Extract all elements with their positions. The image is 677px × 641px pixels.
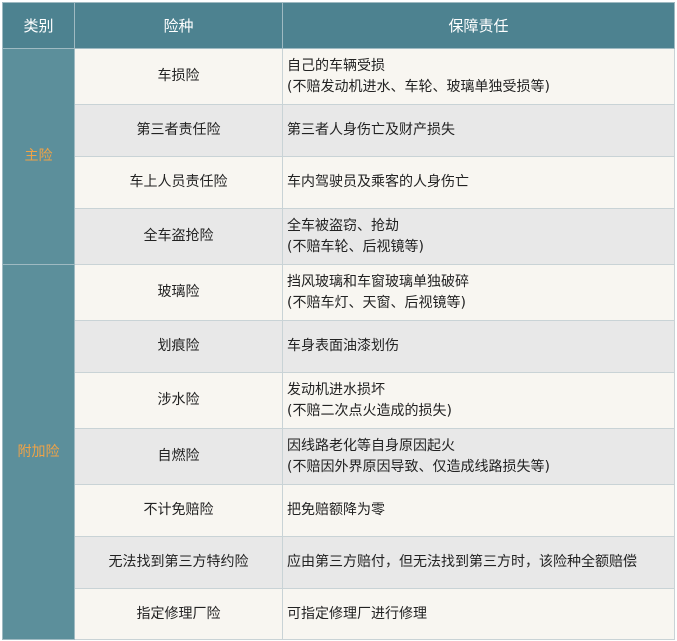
responsibility-line: (不赔因外界原因导致、仅造成线路损失等) bbox=[287, 458, 550, 475]
responsibility-line: 车身表面油漆划伤 bbox=[287, 338, 399, 354]
table-row: 第三者责任险 第三者人身伤亡及财产损失 bbox=[3, 104, 675, 157]
table-header-row: 类别 险种 保障责任 bbox=[2, 2, 675, 49]
insurance-table-container: 类别 险种 保障责任 主险 车损险 自己的车辆受损 (不赔发动机进水、车轮、玻璃单独受… bbox=[2, 2, 675, 640]
table-row: 涉水险 发动机进水损坏 (不赔二次点火造成的损失) bbox=[3, 372, 675, 429]
insurance-type-cell: 涉水险 bbox=[74, 372, 283, 429]
insurance-type-cell: 玻璃险 bbox=[74, 264, 283, 321]
header-type: 险种 bbox=[74, 2, 283, 49]
responsibility-line: 可指定修理厂进行修理 bbox=[287, 605, 427, 622]
header-responsibility: 保障责任 bbox=[282, 2, 675, 49]
table-row: 全车盗抢险 全车被盗窃、抢劫 (不赔车轮、后视镜等) bbox=[3, 208, 675, 265]
table-row: 指定修理厂险 可指定修理厂进行修理 bbox=[3, 588, 675, 640]
insurance-type-cell: 指定修理厂险 bbox=[74, 588, 283, 640]
responsibility-cell: 全车被盗窃、抢劫 (不赔车轮、后视镜等) bbox=[282, 208, 675, 265]
responsibility-line: 车内驾驶员及乘客的人身伤亡 bbox=[287, 174, 469, 190]
insurance-type-cell: 第三者责任险 bbox=[74, 104, 283, 157]
insurance-type-cell: 无法找到第三方特约险 bbox=[74, 536, 283, 589]
responsibility-cell: 把免赔额降为零 bbox=[282, 484, 675, 537]
responsibility-line: 把免赔额降为零 bbox=[287, 502, 385, 518]
category-cell: 附加险 bbox=[2, 264, 75, 640]
responsibility-line: 自己的车辆受损 bbox=[287, 57, 385, 74]
table-row: 车上人员责任险 车内驾驶员及乘客的人身伤亡 bbox=[3, 156, 675, 209]
table-row: 不计免赔险 把免赔额降为零 bbox=[3, 484, 675, 537]
responsibility-cell: 第三者人身伤亡及财产损失 bbox=[282, 104, 675, 157]
responsibility-line: 全车被盗窃、抢劫 bbox=[287, 217, 399, 234]
responsibility-line: (不赔车轮、后视镜等) bbox=[287, 238, 424, 255]
insurance-type-cell: 自燃险 bbox=[74, 428, 283, 485]
responsibility-cell: 应由第三方赔付，但无法找到第三方时，该险种全额赔偿 bbox=[282, 536, 675, 589]
responsibility-cell: 因线路老化等自身原因起火 (不赔因外界原因导致、仅造成线路损失等) bbox=[282, 428, 675, 485]
insurance-type-cell: 车损险 bbox=[74, 48, 283, 105]
responsibility-cell: 车内驾驶员及乘客的人身伤亡 bbox=[282, 156, 675, 209]
responsibility-line: 因线路老化等自身原因起火 bbox=[287, 437, 455, 454]
responsibility-line: 挡风玻璃和车窗玻璃单独破碎 bbox=[287, 273, 469, 290]
insurance-type-cell: 车上人员责任险 bbox=[74, 156, 283, 209]
responsibility-line: (不赔二次点火造成的损失) bbox=[287, 402, 452, 419]
insurance-table: 类别 险种 保障责任 主险 车损险 自己的车辆受损 (不赔发动机进水、车轮、玻璃单独受… bbox=[2, 2, 675, 640]
responsibility-line: 第三者人身伤亡及财产损失 bbox=[287, 122, 455, 138]
responsibility-cell: 可指定修理厂进行修理 bbox=[282, 588, 675, 640]
responsibility-line: 发动机进水损坏 bbox=[287, 381, 385, 398]
table-row: 附加险 玻璃险 挡风玻璃和车窗玻璃单独破碎 (不赔车灯、天窗、后视镜等) bbox=[2, 264, 675, 640]
table-row: 划痕险 车身表面油漆划伤 bbox=[3, 320, 675, 373]
table-row: 自燃险 因线路老化等自身原因起火 (不赔因外界原因导致、仅造成线路损失等) bbox=[3, 428, 675, 485]
insurance-type-cell: 全车盗抢险 bbox=[74, 208, 283, 265]
responsibility-cell: 自己的车辆受损 (不赔发动机进水、车轮、玻璃单独受损等) bbox=[282, 48, 675, 105]
responsibility-line: (不赔车灯、天窗、后视镜等) bbox=[287, 294, 466, 311]
table-row: 主险 车损险 自己的车辆受损 (不赔发动机进水、车轮、玻璃单独受损等) bbox=[2, 48, 675, 265]
insurance-type-cell: 划痕险 bbox=[74, 320, 283, 373]
responsibility-cell: 车身表面油漆划伤 bbox=[282, 320, 675, 373]
category-cell: 主险 bbox=[2, 48, 75, 265]
responsibility-line: (不赔发动机进水、车轮、玻璃单独受损等) bbox=[287, 78, 550, 95]
table-row: 无法找到第三方特约险 应由第三方赔付，但无法找到第三方时，该险种全额赔偿 bbox=[3, 536, 675, 589]
responsibility-line: 应由第三方赔付，但无法找到第三方时，该险种全额赔偿 bbox=[287, 554, 637, 570]
responsibility-cell: 挡风玻璃和车窗玻璃单独破碎 (不赔车灯、天窗、后视镜等) bbox=[282, 264, 675, 321]
insurance-type-cell: 不计免赔险 bbox=[74, 484, 283, 537]
responsibility-cell: 发动机进水损坏 (不赔二次点火造成的损失) bbox=[282, 372, 675, 429]
header-category: 类别 bbox=[2, 2, 75, 49]
table-body: 主险 车损险 自己的车辆受损 (不赔发动机进水、车轮、玻璃单独受损等) 第三者责任险 第三… bbox=[2, 48, 675, 640]
